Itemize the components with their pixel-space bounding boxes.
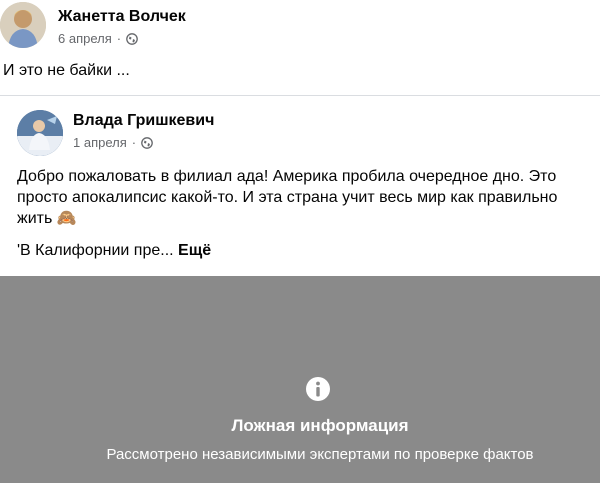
- globe-icon[interactable]: [126, 32, 138, 45]
- avatar-image: [17, 110, 63, 156]
- shared-post-meta: 1 апреля ·: [73, 135, 153, 150]
- avatar-image: [0, 2, 46, 48]
- fact-check-subtitle: Рассмотрено независимыми экспертами по п…: [106, 446, 534, 463]
- shared-post-excerpt: 'В Калифорнии пре... Ещё: [17, 242, 211, 260]
- globe-icon[interactable]: [141, 136, 153, 149]
- post-text: И это не байки ...: [3, 62, 130, 79]
- see-more-link[interactable]: Ещё: [178, 242, 211, 259]
- shared-post-date[interactable]: 1 апреля: [73, 135, 127, 150]
- author-name[interactable]: Жанетта Волчек: [58, 8, 186, 26]
- meta-separator: ·: [131, 135, 137, 150]
- fact-check-overlay[interactable]: Ложная информация Рассмотрено независимы…: [0, 276, 600, 483]
- shared-post-text: Добро пожаловать в филиал ада! Америка п…: [17, 166, 577, 229]
- post-meta: 6 апреля ·: [58, 31, 138, 46]
- see-no-evil-monkey-emoji: 🙈: [56, 210, 77, 227]
- info-icon: [306, 377, 330, 401]
- fact-check-title: Ложная информация: [231, 416, 409, 435]
- author-avatar[interactable]: [0, 2, 46, 48]
- post-date[interactable]: 6 апреля: [58, 31, 112, 46]
- meta-separator: ·: [116, 31, 122, 46]
- excerpt-text: 'В Калифорнии пре...: [17, 242, 174, 259]
- shared-author-avatar[interactable]: [17, 110, 63, 156]
- shared-author-name[interactable]: Влада Гришкевич: [73, 112, 214, 130]
- shared-post-body: Добро пожаловать в филиал ада! Америка п…: [17, 168, 558, 227]
